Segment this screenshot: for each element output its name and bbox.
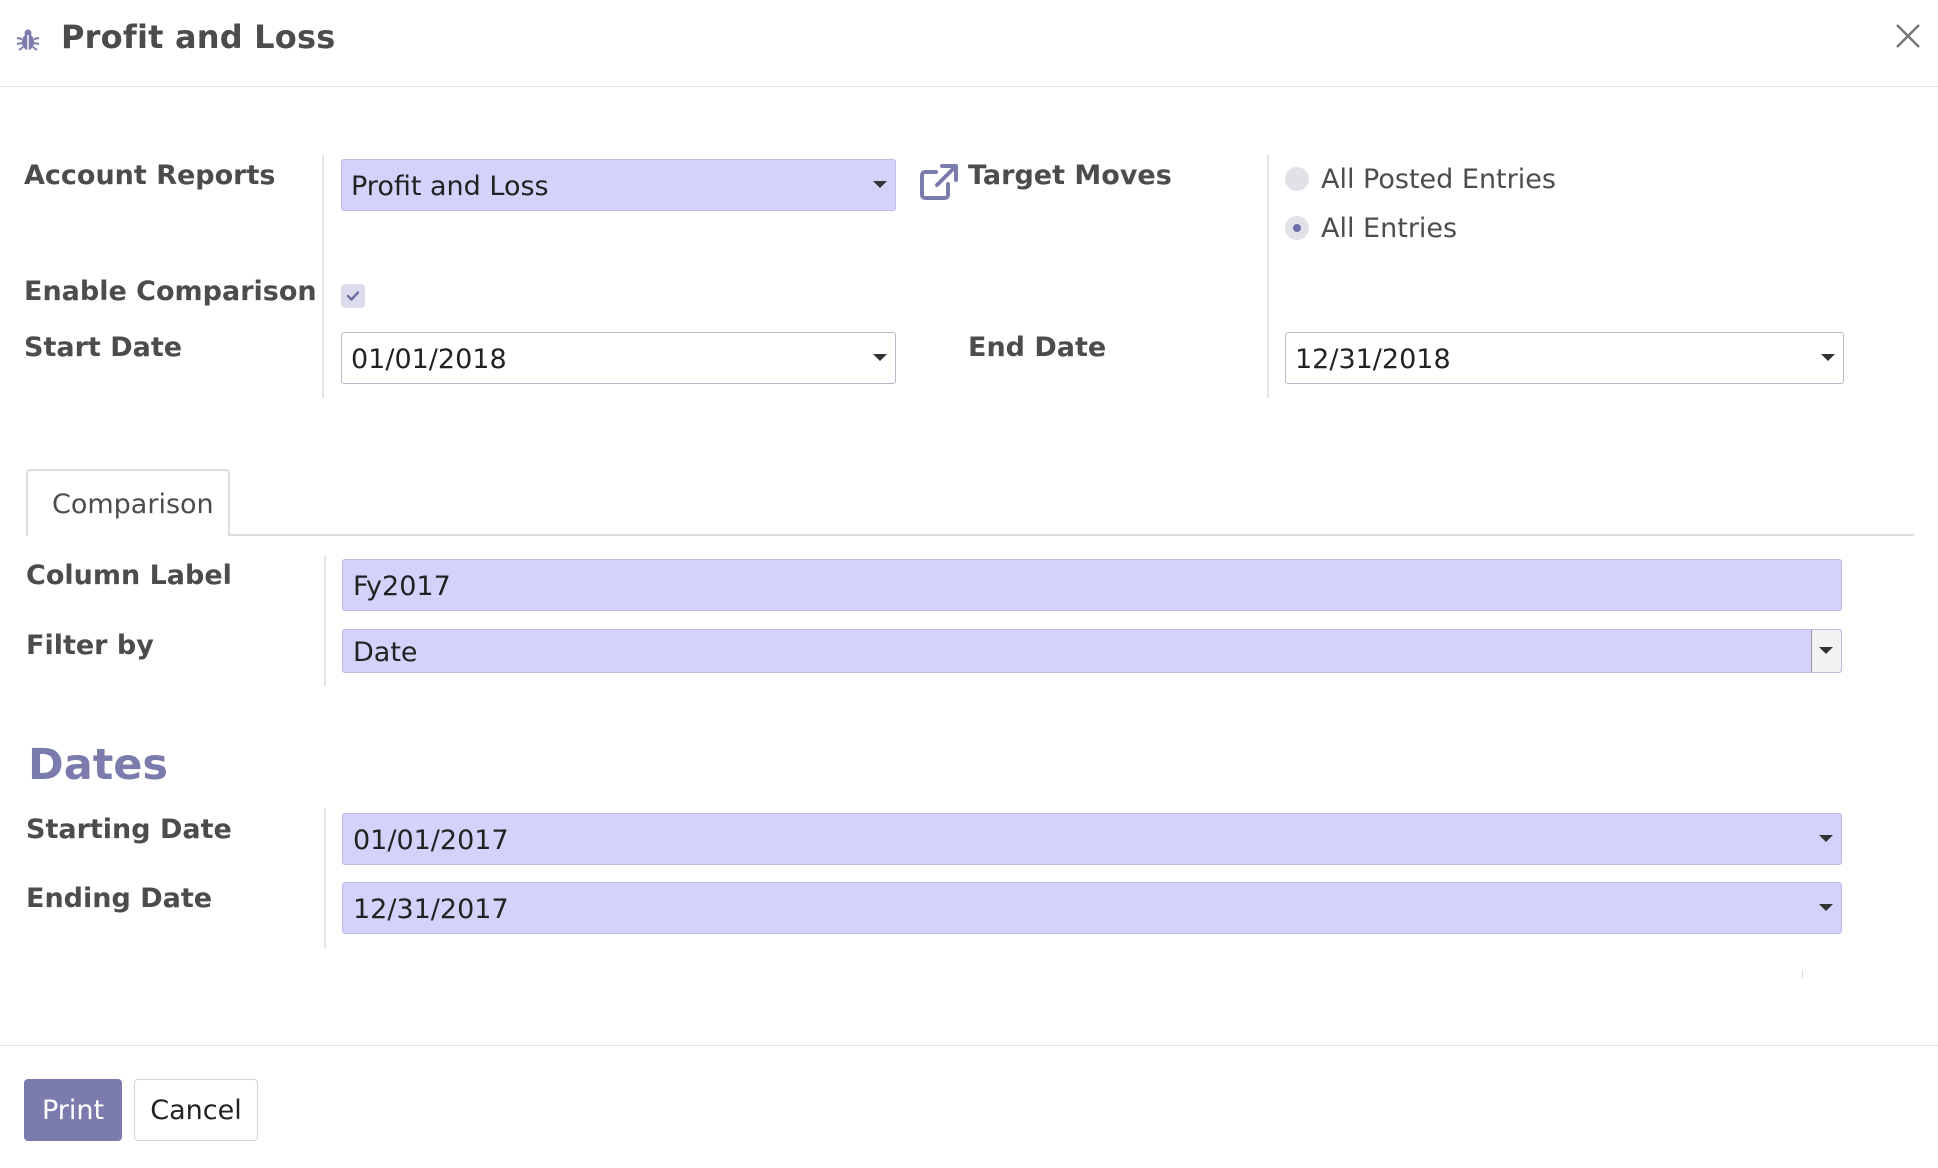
dialog-title: Profit and Loss bbox=[61, 18, 336, 56]
filter-by-dropdown-button[interactable] bbox=[1811, 630, 1841, 672]
column-label-input[interactable]: Fy2017 bbox=[342, 559, 1842, 611]
filter-by-value: Date bbox=[353, 637, 418, 668]
tab-comparison[interactable]: Comparison bbox=[26, 469, 230, 536]
account-reports-select[interactable]: Profit and Loss bbox=[341, 159, 896, 211]
enable-comparison-checkbox[interactable] bbox=[341, 284, 365, 308]
account-reports-value: Profit and Loss bbox=[351, 171, 549, 202]
ending-date-value: 12/31/2017 bbox=[353, 894, 509, 925]
check-icon bbox=[346, 291, 360, 301]
radio-all-posted-entries[interactable] bbox=[1285, 167, 1309, 191]
starting-date-value: 01/01/2017 bbox=[353, 825, 509, 856]
start-date-value: 01/01/2018 bbox=[351, 344, 507, 375]
end-date-input[interactable]: 12/31/2018 bbox=[1285, 332, 1844, 384]
target-moves-label: Target Moves bbox=[968, 160, 1172, 191]
dialog-header: Profit and Loss bbox=[0, 0, 1938, 87]
dates-section-title: Dates bbox=[28, 740, 169, 790]
cancel-button-label: Cancel bbox=[150, 1095, 242, 1126]
column-label-value: Fy2017 bbox=[353, 571, 451, 602]
ending-date-label: Ending Date bbox=[26, 883, 213, 914]
radio-label-all-posted-entries: All Posted Entries bbox=[1321, 164, 1556, 195]
filter-by-label: Filter by bbox=[26, 630, 154, 661]
external-link-icon[interactable] bbox=[918, 162, 960, 202]
filter-by-select[interactable]: Date bbox=[342, 629, 1842, 673]
print-button-label: Print bbox=[41, 1095, 105, 1126]
label-divider bbox=[322, 155, 324, 398]
close-icon[interactable] bbox=[1892, 20, 1924, 52]
cancel-button[interactable]: Cancel bbox=[134, 1079, 258, 1141]
start-date-input[interactable]: 01/01/2018 bbox=[341, 332, 896, 384]
chevron-down-icon bbox=[873, 181, 887, 188]
start-date-label: Start Date bbox=[24, 332, 183, 363]
starting-date-input[interactable]: 01/01/2017 bbox=[342, 813, 1842, 865]
column-label-label: Column Label bbox=[26, 560, 232, 591]
ending-date-input[interactable]: 12/31/2017 bbox=[342, 882, 1842, 934]
print-button[interactable]: Print bbox=[24, 1079, 122, 1141]
comparison-divider bbox=[324, 556, 326, 686]
enable-comparison-label: Enable Comparison bbox=[24, 276, 317, 307]
footer-divider bbox=[0, 1045, 1938, 1046]
end-date-label: End Date bbox=[968, 332, 1107, 363]
chevron-down-icon bbox=[1819, 835, 1833, 842]
tab-comparison-label: Comparison bbox=[52, 489, 214, 520]
end-date-value: 12/31/2018 bbox=[1295, 344, 1451, 375]
bug-icon bbox=[16, 29, 40, 51]
starting-date-label: Starting Date bbox=[26, 814, 232, 845]
tab-bar bbox=[26, 534, 1914, 536]
chevron-down-icon bbox=[1821, 354, 1835, 361]
radio-label-all-entries: All Entries bbox=[1321, 213, 1458, 244]
target-moves-divider bbox=[1267, 155, 1269, 398]
dates-divider bbox=[324, 808, 326, 948]
chevron-down-icon bbox=[873, 354, 887, 361]
radio-all-entries[interactable] bbox=[1285, 216, 1309, 240]
account-reports-label: Account Reports bbox=[24, 160, 276, 191]
chevron-down-icon bbox=[1819, 904, 1833, 911]
chevron-down-icon bbox=[1819, 647, 1833, 654]
resize-tick bbox=[1802, 970, 1803, 978]
